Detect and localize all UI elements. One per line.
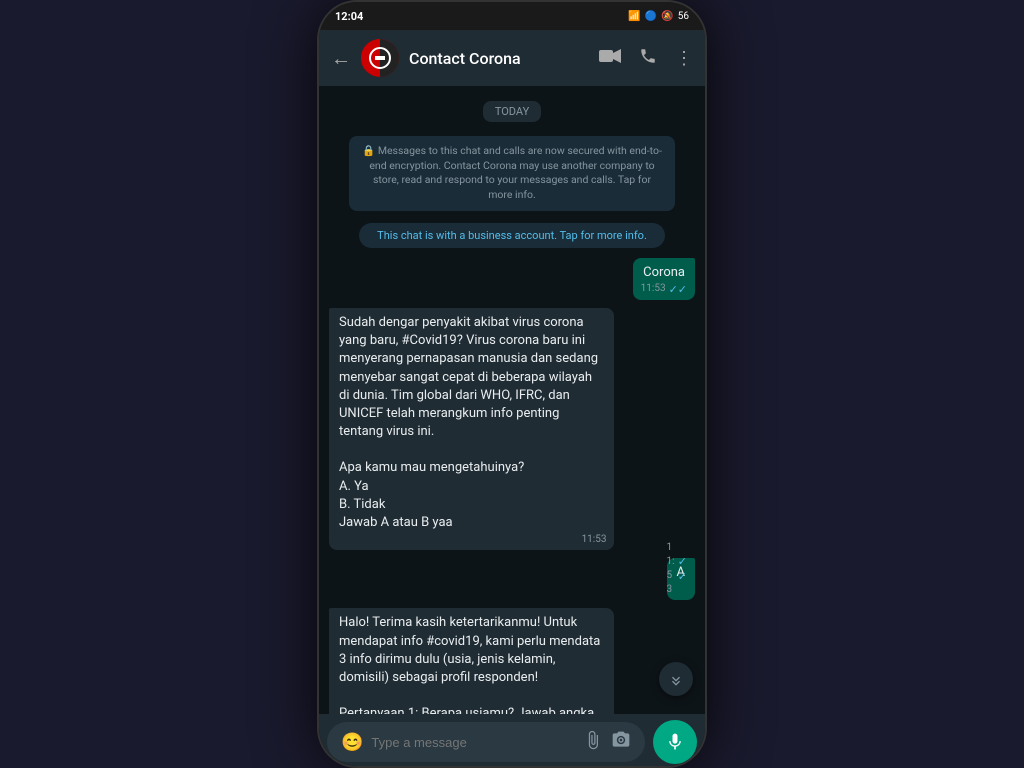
- read-receipt: ✓✓: [669, 282, 687, 297]
- business-notice[interactable]: This chat is with a business account. Ta…: [359, 223, 665, 248]
- msg-time: 11:53: [667, 541, 675, 597]
- back-button[interactable]: ←: [331, 46, 351, 71]
- status-icons: 📶 🔵 🔕 56: [628, 11, 689, 22]
- contact-info: Contact Corona: [409, 49, 589, 68]
- signal-icon: 📶: [628, 11, 640, 22]
- camera-button[interactable]: [611, 730, 631, 755]
- menu-button[interactable]: ⋮: [675, 48, 693, 69]
- outgoing-bubble: Corona 11:53 ✓✓: [633, 258, 695, 300]
- msg-row: A 11:53 ✓✓: [329, 558, 695, 600]
- silent-icon: 🔕: [661, 11, 673, 22]
- chat-body[interactable]: TODAY 🔒 Messages to this chat and calls …: [319, 86, 705, 714]
- avatar-inner: [361, 39, 399, 77]
- emoji-button[interactable]: 😊: [341, 732, 363, 753]
- contact-name[interactable]: Contact Corona: [409, 49, 589, 68]
- date-divider: TODAY: [329, 100, 695, 122]
- mic-button[interactable]: [653, 720, 697, 764]
- chat-header: ← Contact Corona: [319, 30, 705, 86]
- scroll-down-button[interactable]: [659, 662, 693, 696]
- msg-row: Corona 11:53 ✓✓: [329, 258, 695, 300]
- attach-button[interactable]: [583, 730, 603, 755]
- msg-text: Sudah dengar penyakit akibat virus coron…: [339, 315, 598, 530]
- msg-row: Halo! Terima kasih ketertarikanmu! Untuk…: [329, 608, 695, 714]
- msg-time: 11:53: [582, 533, 607, 547]
- msg-row: Sudah dengar penyakit akibat virus coron…: [329, 308, 695, 550]
- date-badge: TODAY: [483, 101, 541, 122]
- msg-text: Halo! Terima kasih ketertarikanmu! Untuk…: [339, 615, 600, 714]
- avatar[interactable]: [361, 39, 399, 77]
- phone-frame: 12:04 📶 🔵 🔕 56 ← Contact Corona: [317, 0, 707, 768]
- msg-time: 11:53: [641, 282, 666, 296]
- msg-meta: 11:53 ✓✓: [667, 541, 687, 597]
- outgoing-bubble: A 11:53 ✓✓: [667, 558, 695, 600]
- input-wrapper: 😊: [327, 722, 645, 762]
- msg-meta: 11:53 ✓✓: [641, 282, 687, 297]
- status-time: 12:04: [335, 10, 363, 23]
- status-bar: 12:04 📶 🔵 🔕 56: [319, 2, 705, 30]
- network-icon: 🔵: [645, 11, 657, 22]
- message-input[interactable]: [371, 735, 575, 750]
- incoming-bubble: Sudah dengar penyakit akibat virus coron…: [329, 308, 614, 550]
- header-icons: ⋮: [599, 47, 693, 70]
- msg-text: Corona: [643, 265, 685, 280]
- incoming-bubble: Halo! Terima kasih ketertarikanmu! Untuk…: [329, 608, 614, 714]
- encryption-notice[interactable]: 🔒 Messages to this chat and calls are no…: [349, 136, 675, 211]
- video-call-button[interactable]: [599, 48, 621, 69]
- call-button[interactable]: [639, 47, 657, 70]
- msg-meta: 11:53: [582, 533, 607, 547]
- read-receipt: ✓✓: [678, 554, 687, 585]
- input-bar: 😊: [319, 714, 705, 768]
- battery-label: 56: [678, 11, 689, 22]
